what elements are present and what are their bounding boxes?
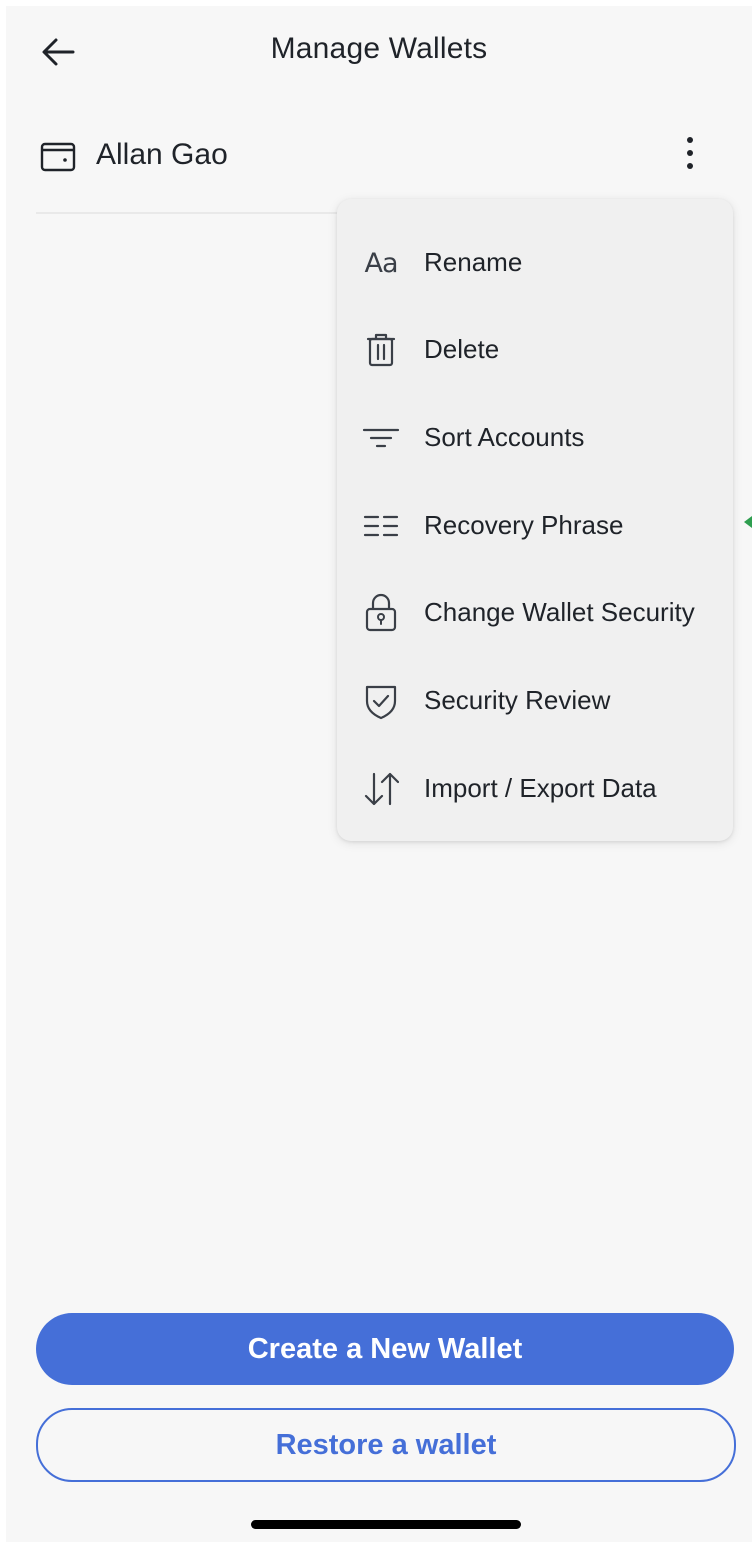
restore-wallet-button[interactable]: Restore a wallet xyxy=(36,1408,736,1482)
sort-lines-icon xyxy=(361,418,401,458)
menu-item-security-review[interactable]: Security Review xyxy=(337,661,733,741)
menu-item-label: Delete xyxy=(424,334,500,364)
wallet-row[interactable]: Allan Gao xyxy=(36,118,722,194)
arrows-updown-icon xyxy=(361,769,401,809)
menu-item-sort-accounts[interactable]: Sort Accounts xyxy=(337,398,733,478)
menu-item-rename[interactable]: Aa Rename xyxy=(337,223,733,303)
create-new-wallet-button[interactable]: Create a New Wallet xyxy=(36,1313,734,1385)
menu-item-label: Recovery Phrase xyxy=(424,510,624,540)
trash-icon xyxy=(361,330,401,370)
menu-item-recovery-phrase[interactable]: Recovery Phrase xyxy=(337,486,733,566)
more-vertical-icon xyxy=(685,135,695,176)
top-bar: Manage Wallets xyxy=(6,6,752,100)
wallet-options-menu: Aa Rename Delete Sort Accounts Recovery … xyxy=(337,199,733,841)
wallet-more-button[interactable] xyxy=(674,132,706,178)
menu-item-import-export-data[interactable]: Import / Export Data xyxy=(337,749,733,829)
wallet-name: Allan Gao xyxy=(96,138,228,171)
manage-wallets-screen: Manage Wallets Allan Gao Aa Rename Delet… xyxy=(6,6,752,1542)
menu-item-delete[interactable]: Delete xyxy=(337,310,733,390)
edge-marker-icon xyxy=(744,516,752,528)
aa-glyph: Aa xyxy=(364,247,398,279)
shield-check-icon xyxy=(361,681,401,721)
home-indicator xyxy=(251,1520,521,1529)
menu-item-label: Security Review xyxy=(424,685,611,715)
text-aa-icon: Aa xyxy=(361,243,401,283)
menu-item-change-wallet-security[interactable]: Change Wallet Security xyxy=(337,573,733,653)
wallet-divider xyxy=(36,212,346,214)
menu-item-label: Sort Accounts xyxy=(424,422,585,452)
lock-icon xyxy=(361,593,401,633)
menu-item-label: Change Wallet Security xyxy=(424,597,695,627)
page-title: Manage Wallets xyxy=(270,32,488,65)
menu-item-label: Import / Export Data xyxy=(424,773,657,803)
menu-item-label: Rename xyxy=(424,247,523,277)
wallet-icon xyxy=(40,138,76,174)
list-lines-icon xyxy=(361,506,401,546)
